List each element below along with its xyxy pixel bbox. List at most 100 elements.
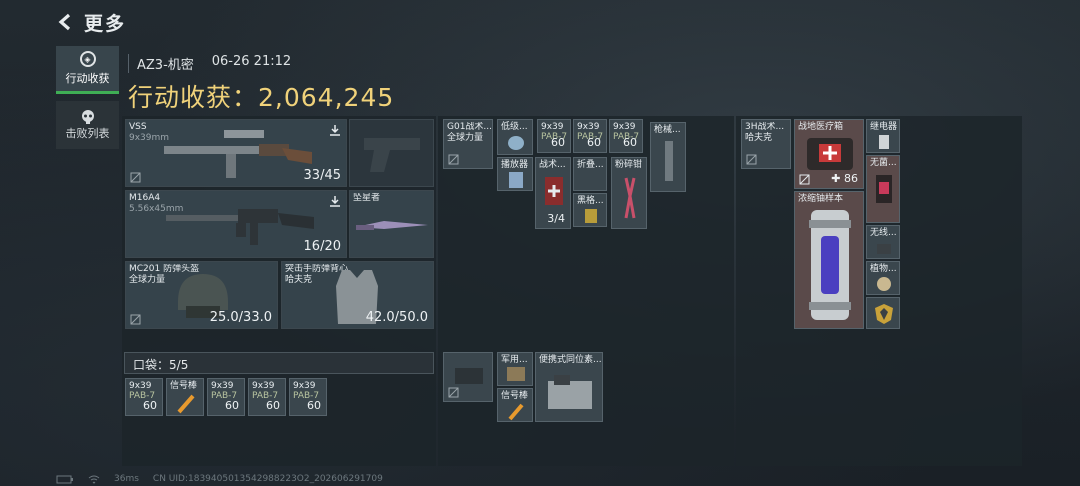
- medkit-qty: 86: [844, 172, 858, 185]
- ammo-name: 9x39: [252, 381, 275, 391]
- ammo-name: 9x39: [613, 122, 636, 132]
- chest-rig-slot[interactable]: G01战术... 全球力量: [443, 119, 493, 169]
- player-icon: [509, 172, 523, 188]
- tab-haul-label: 行动收获: [65, 72, 110, 85]
- ammo-name: 9x39: [129, 381, 152, 391]
- rig-item[interactable]: 黑格...: [573, 193, 607, 227]
- no-drop-icon: [448, 387, 459, 398]
- pocket-item[interactable]: 9x39 PAB-7 60: [248, 378, 286, 416]
- flare-stick-icon: [508, 403, 524, 421]
- tab-haul[interactable]: ◈ 行动收获: [56, 46, 119, 94]
- ammo-count: 33/45: [303, 168, 341, 183]
- item-name: 便携式同位素...: [539, 355, 602, 365]
- bag-item[interactable]: 便携式同位素...: [535, 352, 603, 422]
- no-drop-icon: [746, 154, 757, 165]
- rig-item[interactable]: 枪械...: [650, 122, 686, 192]
- sterile-box-icon: [876, 175, 892, 203]
- backpack-item-medkit[interactable]: 战地医疗箱 ✚ 86: [794, 119, 864, 189]
- ammo-name: 9x39: [211, 381, 234, 391]
- military-box-icon: [507, 367, 525, 381]
- primary-weapon-slot[interactable]: VSS 9x39mm 33/45: [125, 119, 347, 187]
- backpack-item[interactable]: 无菌...: [866, 155, 900, 223]
- skull-icon: [81, 110, 94, 124]
- durability: 25.0/33.0: [209, 310, 272, 325]
- item-name: 无菌...: [870, 158, 897, 168]
- bag-item[interactable]: 军用...: [497, 352, 533, 386]
- backpack-item[interactable]: 无线...: [866, 225, 900, 259]
- backpack-item[interactable]: [866, 297, 900, 329]
- melee-slot[interactable]: 坠星者: [349, 190, 434, 258]
- uid: CN UID:1839405013542988223O2_20260629170…: [152, 474, 383, 484]
- no-drop-icon: [448, 154, 459, 165]
- pocket-item[interactable]: 9x39 PAB-7 60: [207, 378, 245, 416]
- isotope-locator-icon: [548, 375, 592, 409]
- rig-item[interactable]: 粉碎钳: [611, 157, 647, 229]
- rig-item[interactable]: 9x39 PAB-7 60: [609, 119, 643, 153]
- haul-value: 2,064,245: [258, 83, 395, 112]
- armor-slot[interactable]: 突击手防弹背心 哈夫克 42.0/50.0: [281, 261, 434, 329]
- tab-kills[interactable]: 击败列表: [56, 101, 119, 149]
- rig-item[interactable]: 9x39 PAB-7 60: [537, 119, 571, 153]
- item-name: 低级...: [501, 122, 528, 132]
- rig-item[interactable]: 战术... 3/4: [535, 157, 571, 229]
- plant-jar-icon: [877, 277, 891, 291]
- melee-name: 坠星者: [353, 193, 381, 203]
- ammo-qty: 60: [266, 399, 280, 412]
- download-icon: [330, 125, 340, 136]
- medkit-icon: [807, 138, 853, 170]
- pocket-item[interactable]: 9x39 PAB-7 60: [289, 378, 327, 416]
- backpack-name: 3H战术...: [745, 122, 785, 132]
- item-name: 继电器: [870, 122, 898, 132]
- ammo-qty: 60: [143, 399, 157, 412]
- rig-item[interactable]: 折叠...: [573, 157, 607, 191]
- battery-icon: [56, 475, 73, 483]
- item-name: 植物...: [870, 264, 897, 274]
- secondary-weapon-slot[interactable]: M16A4 5.56x45mm 16/20: [125, 190, 347, 258]
- ammo-qty: 60: [623, 136, 637, 149]
- backpack-slot[interactable]: 3H战术... 哈夫克: [741, 119, 791, 169]
- backpack-item[interactable]: 继电器: [866, 119, 900, 153]
- rig-item[interactable]: 低级...: [497, 119, 533, 155]
- case-icon: [455, 368, 483, 384]
- item-name: 粉碎钳: [615, 160, 643, 170]
- rig-item[interactable]: 播放器: [497, 157, 533, 191]
- item-name: 无线...: [870, 228, 897, 238]
- footer: 36ms CN UID:1839405013542988223O2_202606…: [56, 474, 383, 484]
- bag-item[interactable]: 信号棒: [497, 388, 533, 422]
- canister-icon: [508, 136, 524, 150]
- rig-name: G01战术...: [447, 122, 493, 132]
- match-info: AZ3-机密 06-26 21:12: [128, 54, 291, 73]
- item-name: 军用...: [501, 355, 528, 365]
- top-bar: 更多: [56, 8, 126, 36]
- item-name: 黑格...: [577, 196, 604, 206]
- ammo-name: 9x39: [541, 122, 564, 132]
- download-icon: [330, 196, 340, 207]
- wifi-icon: [88, 475, 100, 484]
- gun-parts-icon: [665, 141, 673, 181]
- haul-label: 行动收获：: [128, 83, 259, 112]
- item-name: 播放器: [501, 160, 529, 170]
- no-drop-icon: [130, 172, 141, 183]
- rig-brand: 全球力量: [447, 133, 484, 143]
- flare-stick-icon: [177, 394, 195, 414]
- helmet-brand: 全球力量: [129, 275, 166, 285]
- no-drop-icon: [130, 314, 141, 325]
- rig-item[interactable]: 9x39 PAB-7 60: [573, 119, 607, 153]
- pistol-slot[interactable]: [349, 119, 434, 187]
- gold-item-icon: [585, 209, 597, 223]
- haul-tab-icon: ◈: [79, 51, 96, 67]
- armor-brand: 哈夫克: [285, 275, 313, 285]
- uranium-canister-icon: [809, 210, 851, 320]
- helmet-slot[interactable]: MC201 防弹头盔 全球力量 25.0/33.0: [125, 261, 278, 329]
- first-aid-icon: [545, 177, 563, 205]
- backpack-item-uranium-sample[interactable]: 浓缩铀样本: [794, 191, 864, 329]
- vss-rifle-icon: [164, 130, 312, 178]
- bag-slot[interactable]: [443, 352, 493, 402]
- back-arrow-icon[interactable]: [56, 12, 76, 32]
- backpack-item[interactable]: 植物...: [866, 261, 900, 295]
- pocket-item[interactable]: 9x39 PAB-7 60: [125, 378, 163, 416]
- pocket-item[interactable]: 信号棒: [166, 378, 204, 416]
- pocket-count: 5/5: [169, 358, 189, 372]
- ammo-qty: 60: [551, 136, 565, 149]
- ammo-count: 16/20: [303, 239, 341, 254]
